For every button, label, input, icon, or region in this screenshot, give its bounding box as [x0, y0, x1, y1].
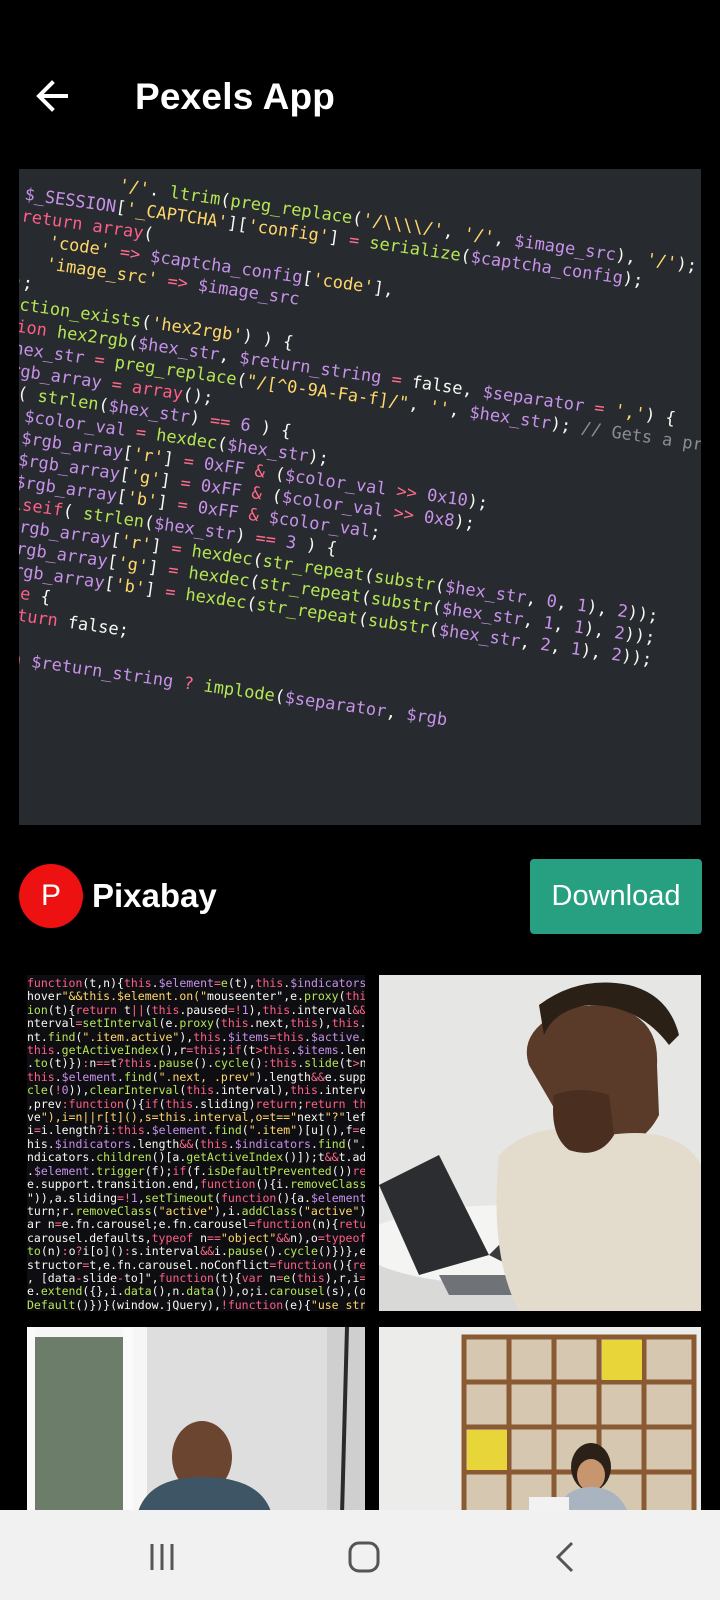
code-line: ndicators.children()[a.getActiveIndex()]… [27, 1150, 365, 1165]
code-thumb[interactable]: function(t,n){this.$element=e(t),this.$i… [27, 975, 365, 1311]
thumb-code-text: function(t,n){this.$element=e(t),this.$i… [27, 976, 365, 1311]
code-line: .to(t)}):n==t?this.pause().cycle():this.… [27, 1056, 365, 1071]
home-button[interactable] [334, 1535, 394, 1579]
nav-back-button[interactable] [536, 1535, 596, 1579]
code-line: ,prev:function(){if(this.sliding)return;… [27, 1096, 365, 1111]
code-line: i=i.length?i:this.$element.find(".item")… [27, 1123, 365, 1138]
author-name[interactable]: Pixabay [92, 877, 217, 915]
code-line: Default()})}(window.jQuery),!function(e)… [27, 1297, 365, 1311]
code-line: ve"),i=n||r[t](),s=this.interval,o=t=="n… [27, 1110, 365, 1125]
recents-button[interactable] [132, 1535, 192, 1579]
code-line: nt.find(".item.active"),this.$items=this… [27, 1029, 365, 1044]
app-bar: Pexels App [0, 0, 720, 170]
author-row: P Pixabay Download [0, 850, 720, 940]
code-line: nterval=setInterval(e.proxy(this.next,th… [27, 1016, 365, 1031]
code-line: ")),a.sliding=!1,setTimeout(function(){a… [27, 1190, 365, 1205]
code-line: e.support.transition.end,function(){i.re… [27, 1177, 365, 1192]
avatar[interactable]: P [19, 864, 83, 928]
code-line: to(n):o?i[o]():s.interval&&i.pause().cyc… [27, 1244, 365, 1259]
code-line: this.$element.find(".next, .prev").lengt… [27, 1069, 365, 1084]
code-line: this.getActiveIndex(),r=this;if(t>this.$… [27, 1043, 365, 1058]
back-button[interactable] [28, 70, 80, 122]
code-line: cle(!0)),clearInterval(this.interval),th… [27, 1083, 365, 1098]
home-icon [348, 1541, 380, 1573]
shelf-person-photo [379, 1327, 701, 1515]
recents-icon [150, 1544, 174, 1570]
system-nav-bar [0, 1510, 720, 1600]
code-line: e.extend({},i.data(),n.data()),o;i.carou… [27, 1284, 365, 1299]
arrow-left-icon [36, 80, 68, 112]
code-line: structor=t,e.fn.carousel.noConflict=func… [27, 1257, 365, 1272]
man-reading-photo [27, 1327, 365, 1515]
code-line: function(t,n){this.$element=e(t),this.$i… [27, 976, 365, 990]
code-line: hover"&&this.$element.on("mouseenter",e.… [27, 989, 365, 1004]
shelf-person-thumb[interactable] [379, 1327, 701, 1515]
hero-code-text: '/'. ltrim(preg_replace('/\\\\/', '/', $… [19, 169, 701, 816]
code-line: , [data-slide-to]",function(t){var n=e(t… [27, 1270, 365, 1285]
code-line: ion(t){return t||(this.paused=!1),this.i… [27, 1002, 365, 1017]
code-line: ar n=e.fn.carousel;e.fn.carousel=functio… [27, 1217, 365, 1232]
man-laptop-photo [379, 975, 701, 1311]
nav-back-icon [555, 1541, 574, 1573]
code-line: .$element.trigger(f);if(f.isDefaultPreve… [27, 1163, 365, 1178]
man-reading-thumb[interactable] [27, 1327, 365, 1515]
code-line: carousel.defaults,typeof n=="object"&&n)… [27, 1230, 365, 1245]
code-line: turn;r.removeClass("active"),i.addClass(… [27, 1203, 365, 1218]
man-laptop-thumb[interactable] [379, 975, 701, 1311]
download-button[interactable]: Download [530, 859, 702, 934]
code-line: his.$indicators.length&&(this.$indicator… [27, 1136, 365, 1151]
hero-image[interactable]: '/'. ltrim(preg_replace('/\\\\/', '/', $… [19, 169, 701, 825]
photo-grid: function(t,n){this.$element=e(t),this.$i… [0, 975, 720, 1515]
page-title: Pexels App [135, 76, 336, 117]
